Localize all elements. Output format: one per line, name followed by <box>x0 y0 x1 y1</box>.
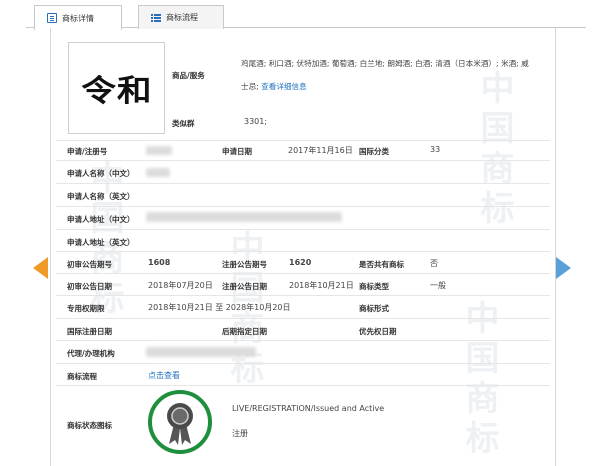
applicant-en-label: 申请人名称（英文） <box>67 192 135 201</box>
tab-bar: 商标详情 商标流程 <box>26 2 586 30</box>
row-divider <box>56 160 550 161</box>
app-date-label: 申请日期 <box>222 147 252 156</box>
row-divider <box>56 229 550 230</box>
reg-pub-no-label: 注册公告期号 <box>222 260 267 269</box>
tab-trademark-process[interactable]: 商标流程 <box>138 5 224 29</box>
priority-date-label: 优先权日期 <box>359 327 397 336</box>
mark-type-value: 一般 <box>430 281 446 290</box>
view-details-link[interactable]: 查看详细信息 <box>261 82 307 91</box>
row-divider <box>56 273 550 274</box>
address-en-label: 申请人地址（英文） <box>67 238 135 247</box>
mark-type-label: 商标类型 <box>359 282 389 291</box>
intl-class-value: 33 <box>430 145 441 154</box>
exclusive-period-value: 2018年10月21日 至 2028年10月20日 <box>148 303 291 312</box>
redacted-agent <box>146 347 256 357</box>
row-divider <box>56 318 550 319</box>
reg-pub-date-label: 注册公告日期 <box>222 282 267 291</box>
row-divider <box>56 363 550 364</box>
reg-pub-date-value: 2018年10月21日 <box>289 281 354 290</box>
view-process-link[interactable]: 点击查看 <box>148 370 180 381</box>
trademark-image: 令和 <box>68 42 165 134</box>
list-icon <box>151 13 161 23</box>
watermark: 中国商标 <box>459 300 499 460</box>
app-no-label: 申请/注册号 <box>67 147 108 156</box>
goods-value: 鸡尾酒; 利口酒; 伏特加酒; 葡萄酒; 白兰地; 朗姆酒; 白酒; 清酒（日本… <box>241 59 529 68</box>
row-divider <box>56 140 550 141</box>
intl-reg-date-label: 国际注册日期 <box>67 327 112 336</box>
previous-arrow-button[interactable] <box>33 257 48 279</box>
goods-label: 商品/服务 <box>172 71 205 80</box>
next-arrow-button[interactable] <box>556 257 571 279</box>
status-sub: 注册 <box>232 429 248 438</box>
address-cn-label: 申请人地址（中文） <box>67 215 135 224</box>
prelim-pub-date-label: 初审公告日期 <box>67 282 112 291</box>
document-icon <box>47 13 57 23</box>
process-label: 商标流程 <box>67 372 97 381</box>
row-divider <box>56 295 550 296</box>
goods-value-tail: 士忌; <box>241 82 259 91</box>
row-divider <box>56 385 550 386</box>
redacted-app-no <box>146 146 172 155</box>
prelim-pub-no-label: 初审公告期号 <box>67 260 112 269</box>
goods-value-cont: 士忌; 查看详细信息 <box>241 81 307 92</box>
row-divider <box>56 340 550 341</box>
status-text: LIVE/REGISTRATION/Issued and Active <box>232 404 385 413</box>
row-divider <box>56 206 550 207</box>
tab-trademark-detail[interactable]: 商标详情 <box>34 5 122 30</box>
mark-form-label: 商标形式 <box>359 304 389 313</box>
agent-label: 代理/办理机构 <box>67 349 115 358</box>
shared-mark-value: 否 <box>430 259 438 268</box>
row-divider <box>56 251 550 252</box>
app-date-value: 2017年11月16日 <box>288 146 353 155</box>
prelim-pub-no-value: 1608 <box>148 258 171 267</box>
prelim-pub-date-value: 2018年07月20日 <box>148 281 213 290</box>
shared-mark-label: 是否共有商标 <box>359 260 404 269</box>
similar-group-label: 类似群 <box>172 119 195 128</box>
similar-group-value: 3301; <box>244 117 268 126</box>
row-divider <box>56 183 550 184</box>
applicant-cn-label: 申请人名称（中文） <box>67 169 135 178</box>
status-icon-label: 商标状态图标 <box>67 421 112 430</box>
trademark-logo: 令和 <box>80 74 153 109</box>
trademark-detail-window: 商标详情 商标流程 中国商标 中国商标 中国商标 中国商标 令和 商品/服务 鸡… <box>0 0 607 466</box>
intl-class-label: 国际分类 <box>359 147 389 156</box>
award-ribbon-icon <box>167 403 193 445</box>
tab-label: 商标详情 <box>62 13 94 23</box>
later-designation-date-label: 后期指定日期 <box>222 327 267 336</box>
reg-pub-no-value: 1620 <box>289 258 312 267</box>
redacted-address-cn <box>146 212 342 222</box>
registration-status-badge <box>148 390 212 454</box>
exclusive-period-label: 专用权期限 <box>67 304 105 313</box>
redacted-applicant-cn <box>146 168 170 177</box>
tab-label: 商标流程 <box>166 13 198 22</box>
